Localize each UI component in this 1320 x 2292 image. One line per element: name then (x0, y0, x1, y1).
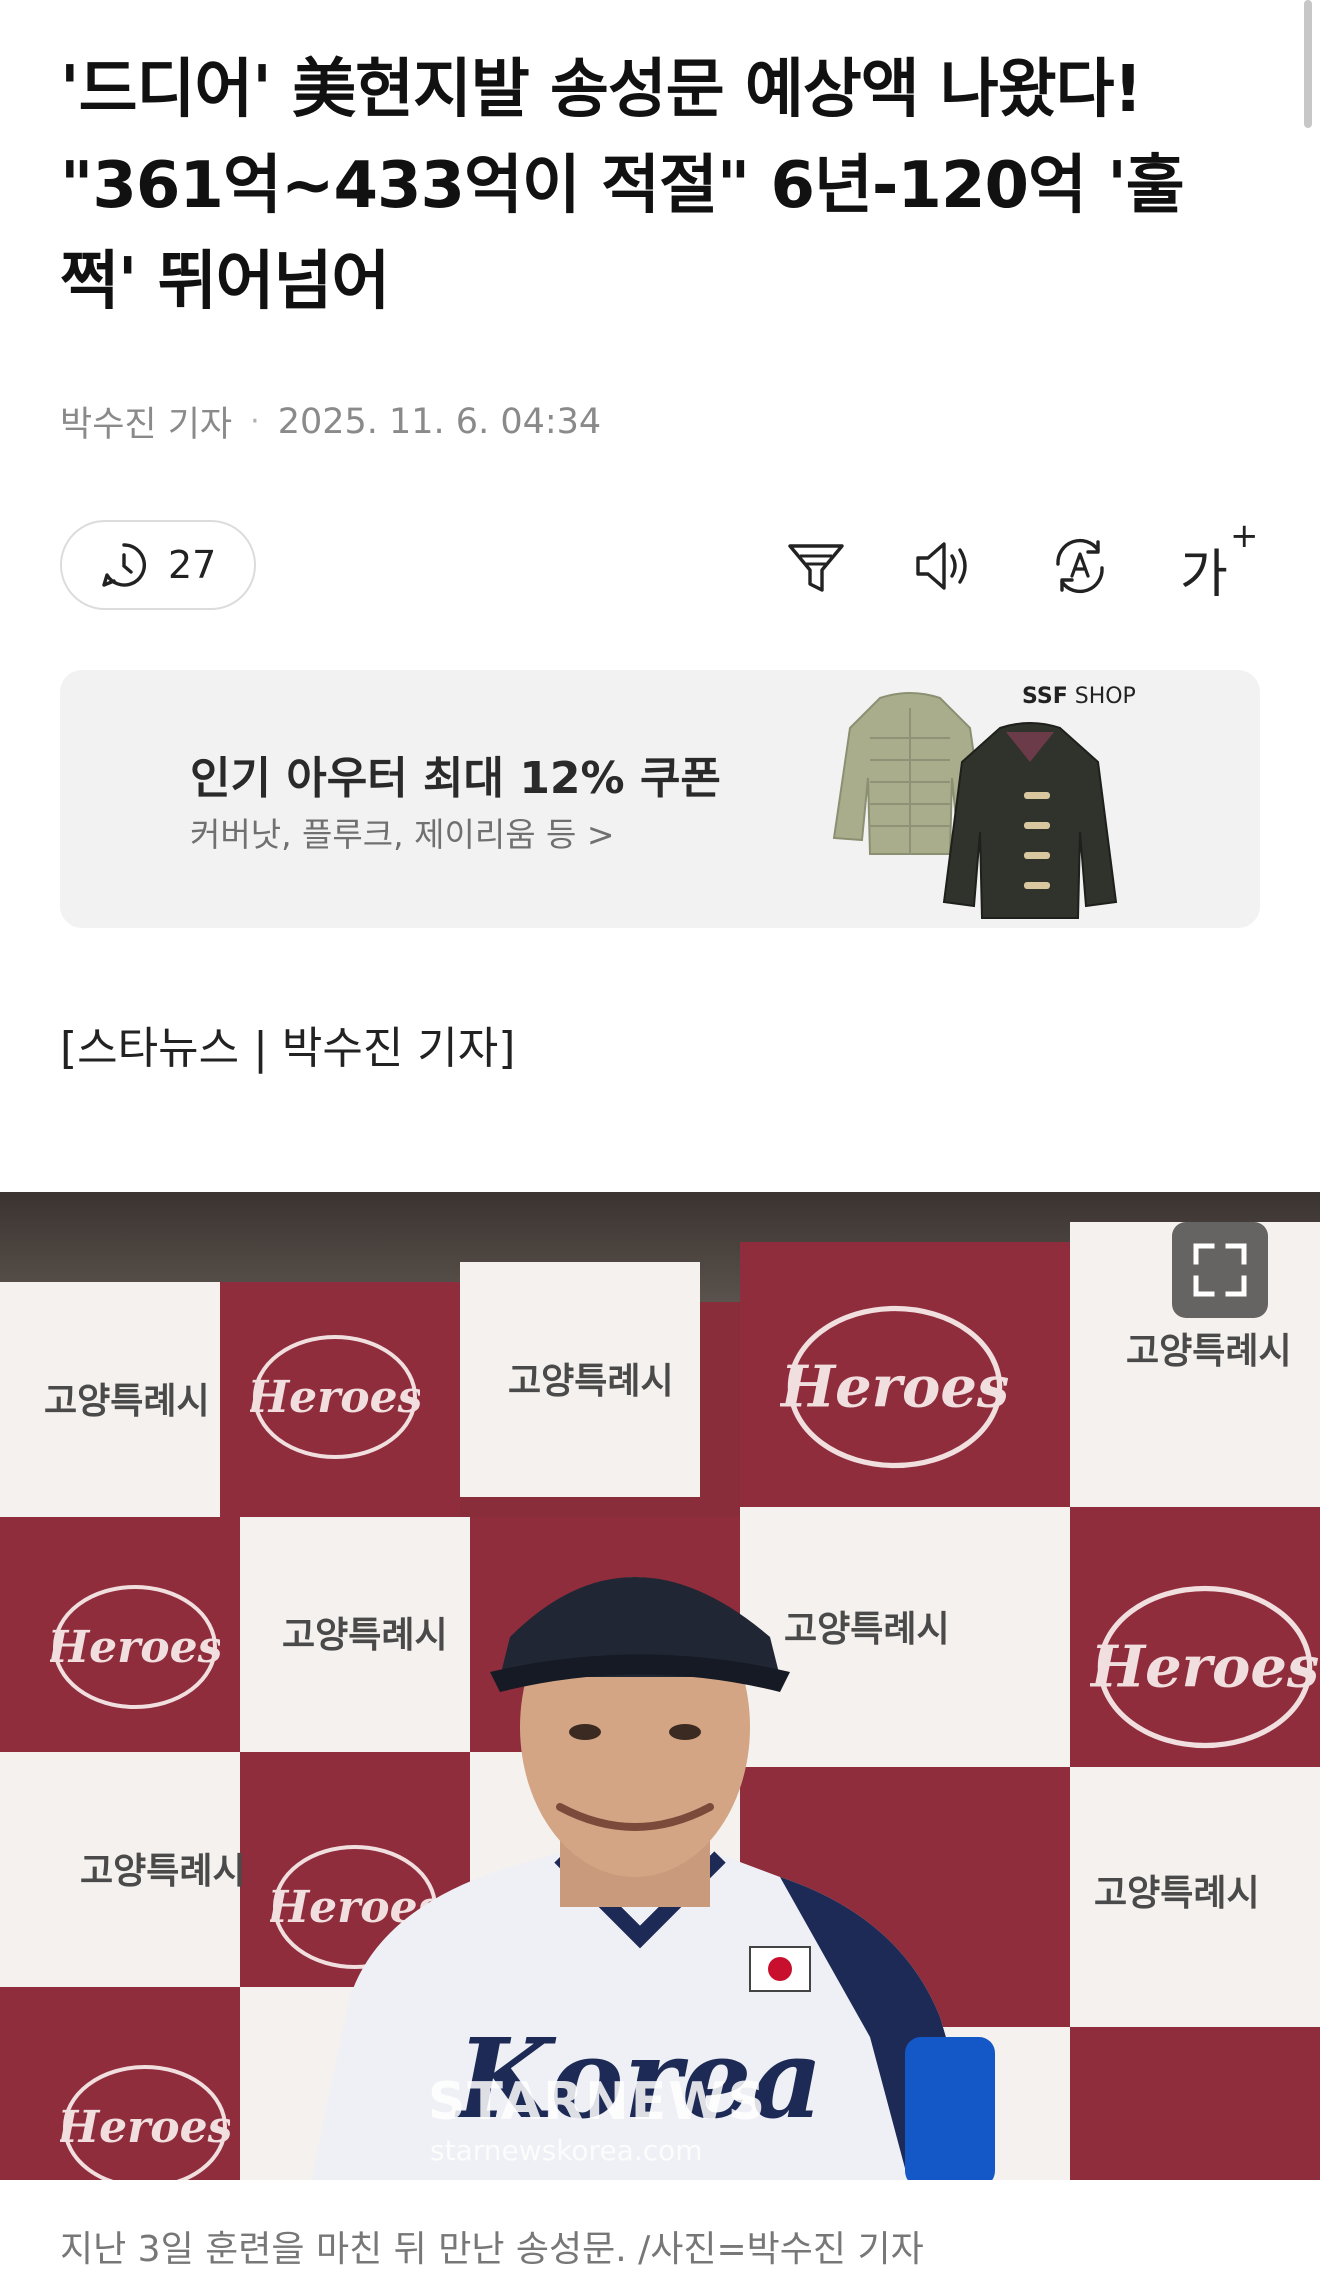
ad-subtitle: 커버낫, 플루크, 제이리움 등 > (190, 815, 615, 854)
scrollbar[interactable] (1304, 0, 1312, 128)
svg-text:Heroes: Heroes (60, 2102, 230, 2153)
photo-watermark: STARNEWS (428, 2072, 768, 2132)
fullscreen-icon (1193, 1243, 1247, 1297)
heroes-logo: Heroes (60, 2065, 230, 2180)
ad-title: 인기 아우터 최대 12% 쿠폰 (190, 753, 721, 804)
backdrop-text: 고양특례시 (1126, 1331, 1292, 1372)
font-size-label: 가 (1180, 545, 1228, 605)
comment-button[interactable]: 27 (60, 520, 256, 610)
speaker-icon (916, 542, 967, 590)
ad-brand-bold: SSF (1022, 684, 1068, 709)
font-size-button[interactable]: 가 + (1180, 516, 1260, 605)
heroes-logo: Heroes (1090, 1585, 1319, 1749)
ad-brand-rest: SHOP (1067, 684, 1136, 709)
summary-button[interactable] (784, 534, 848, 598)
backdrop-tile (1070, 2027, 1320, 2180)
read-aloud-button[interactable] (910, 534, 974, 598)
photo-caption: 지난 3일 훈련을 마친 뒤 만난 송성문. /사진=박수진 기자 (60, 2229, 924, 2270)
player-figure: Korea (311, 1577, 995, 2180)
svg-text:Heroes: Heroes (50, 1622, 220, 1673)
publish-datetime: 2025. 11. 6. 04:34 (277, 401, 602, 442)
article-toolbar: 27 가 + (60, 516, 1260, 614)
backdrop-text: 고양특례시 (44, 1381, 210, 1422)
backdrop-text: 고양특례시 (508, 1361, 674, 1402)
translate-button[interactable] (1048, 534, 1112, 598)
ad-brand: SSF SHOP (1022, 684, 1136, 709)
duffle-coat-image (942, 722, 1118, 919)
ad-banner[interactable]: 인기 아우터 최대 12% 쿠폰 커버낫, 플루크, 제이리움 등 > SSF … (60, 670, 1260, 928)
photo-watermark-url: starnewskorea.com (430, 2134, 703, 2167)
svg-text:Heroes: Heroes (250, 1372, 420, 1423)
article-headline: '드디어' 美현지발 송성문 예상액 나왔다! "361억~433억이 적절" … (60, 53, 1185, 319)
fullscreen-button[interactable] (1172, 1222, 1268, 1318)
byline-separator: · (250, 404, 260, 439)
author-name[interactable]: 박수진 기자 (60, 396, 232, 447)
summary-filter-icon (788, 544, 844, 592)
translate-icon (1056, 538, 1104, 594)
comment-clock-icon (102, 543, 146, 587)
svg-text:Heroes: Heroes (1090, 1633, 1319, 1701)
article-photo[interactable]: 고양특례시 고양특례시 고양특례시 고양특례시 고양특례시 고양특례시 고양특례… (0, 1192, 1320, 2180)
backdrop-text: 고양특례시 (80, 1851, 246, 1892)
backdrop-text: 고양특례시 (1094, 1873, 1260, 1914)
font-size-plus: + (1230, 516, 1259, 556)
svg-text:Heroes: Heroes (780, 1353, 1009, 1421)
byline: 박수진 기자 · 2025. 11. 6. 04:34 (60, 396, 601, 447)
heroes-logo: Heroes (50, 1585, 220, 1709)
article-source-line: [스타뉴스 | 박수진 기자] (60, 1023, 516, 1074)
comment-count: 27 (168, 543, 217, 587)
